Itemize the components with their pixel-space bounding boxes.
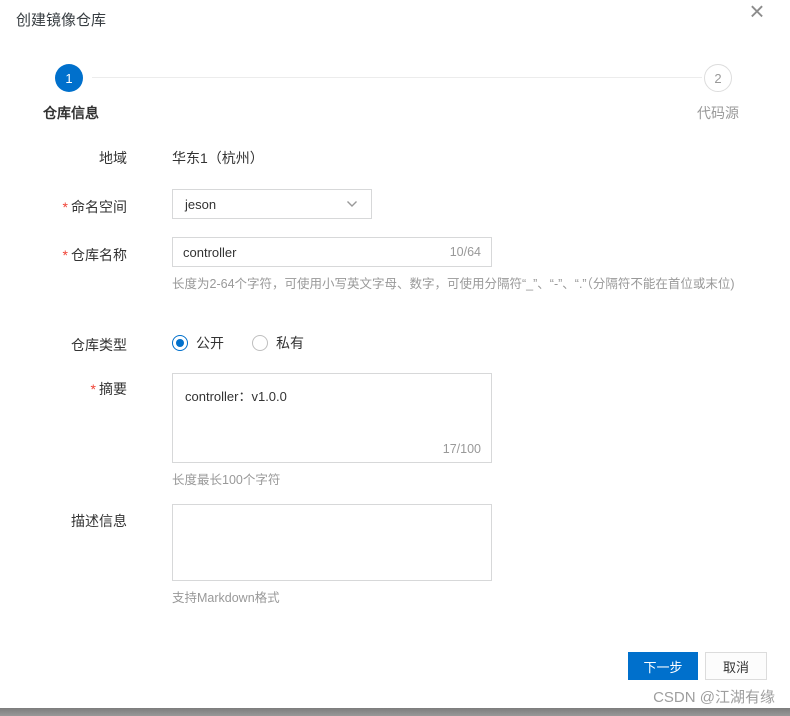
namespace-selected-value: jeson	[185, 196, 217, 212]
close-icon[interactable]: ×	[742, 0, 772, 26]
repo-type-radio-group: 公开 私有	[172, 331, 304, 353]
summary-value: controller：v1.0.0	[185, 389, 287, 404]
summary-row: * 摘要 controller：v1.0.0 17/100 长度最长100个字符	[0, 373, 492, 491]
cancel-button[interactable]: 取消	[705, 652, 767, 680]
radio-unselected-icon	[252, 335, 268, 351]
description-row: 描述信息 支持Markdown格式	[0, 504, 492, 609]
repo-name-value: controller	[183, 244, 237, 260]
namespace-row: * 命名空间 jeson	[0, 189, 372, 219]
step-2-label: 代码源	[697, 105, 739, 121]
summary-hint: 长度最长100个字符	[172, 473, 281, 487]
required-mark: *	[62, 199, 68, 215]
step-1-label: 仓库信息	[43, 105, 99, 121]
repo-type-row: 仓库类型 公开 私有	[0, 331, 304, 355]
description-value	[173, 505, 491, 529]
region-label: 地域	[99, 150, 127, 166]
radio-selected-icon	[172, 335, 188, 351]
repo-name-row: * 仓库名称 controller 10/64 长度为2-64个字符，可使用小写英…	[0, 237, 747, 295]
summary-counter: 17/100	[442, 442, 481, 456]
watermark-text: CSDN @江湖有缘	[653, 689, 775, 706]
summary-textarea[interactable]: controller：v1.0.0 17/100	[172, 373, 492, 463]
summary-label: * 摘要	[90, 381, 127, 397]
repo-type-label: 仓库类型	[71, 337, 127, 353]
radio-public-label: 公开	[196, 335, 224, 351]
step-2-circle: 2	[704, 64, 732, 92]
chevron-down-icon	[347, 201, 357, 207]
required-mark: *	[90, 381, 96, 397]
horizontal-scrollbar[interactable]	[0, 708, 790, 716]
next-step-button[interactable]: 下一步	[628, 652, 698, 680]
radio-private[interactable]: 私有	[252, 333, 304, 353]
region-value: 华东1（杭州）	[172, 150, 264, 166]
namespace-select[interactable]: jeson	[172, 189, 372, 219]
dialog-title: 创建镜像仓库	[16, 12, 107, 29]
region-row: 地域 华东1（杭州）	[0, 146, 264, 168]
step-1-circle: 1	[55, 64, 83, 92]
required-mark: *	[62, 247, 68, 263]
repo-name-input[interactable]: controller 10/64	[172, 237, 492, 267]
repo-name-hint: 长度为2-64个字符，可使用小写英文字母、数字，可使用分隔符“_”、“-”、“.…	[172, 277, 735, 291]
radio-public[interactable]: 公开	[172, 333, 224, 353]
radio-private-label: 私有	[276, 335, 304, 351]
repo-name-counter: 10/64	[449, 245, 481, 259]
description-hint: 支持Markdown格式	[172, 591, 280, 605]
repo-name-label: * 仓库名称	[62, 247, 127, 263]
step-connector-line	[92, 77, 702, 78]
description-textarea[interactable]	[172, 504, 492, 581]
namespace-label: * 命名空间	[62, 199, 127, 215]
description-label: 描述信息	[71, 513, 127, 529]
